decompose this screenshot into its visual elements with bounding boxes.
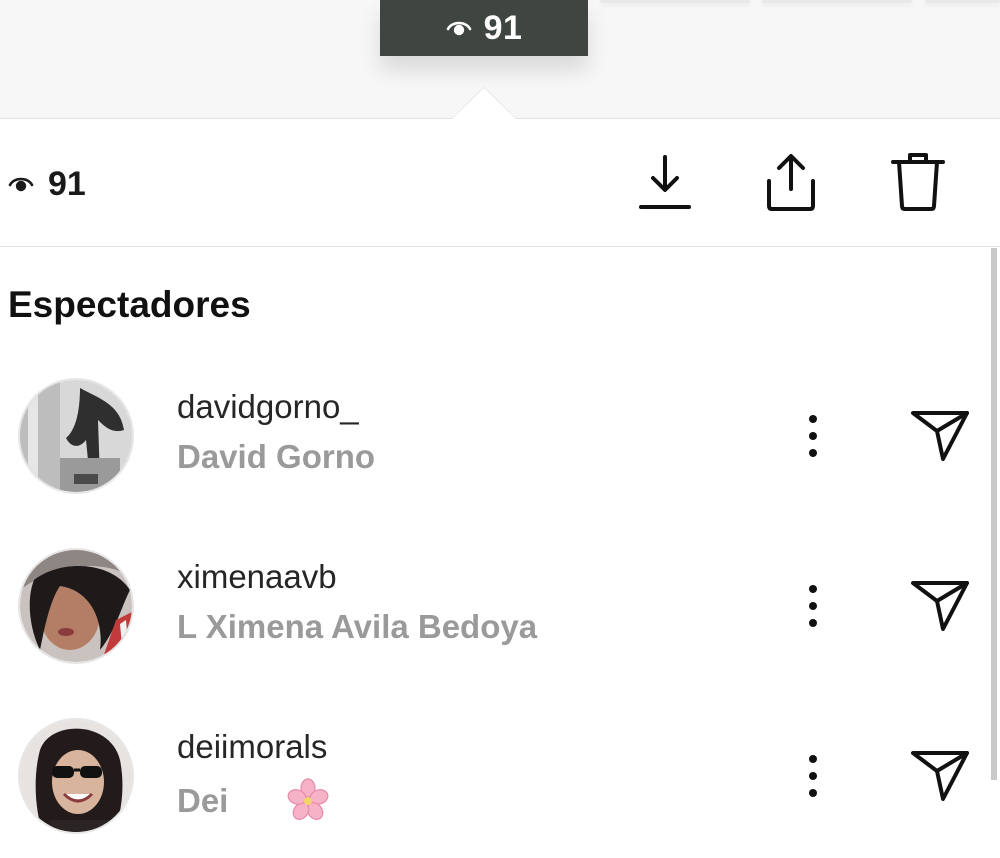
more-vertical-icon: [809, 585, 817, 627]
viewer-full-name: Dei: [177, 778, 330, 822]
delete-button[interactable]: [883, 147, 953, 217]
send-message-button[interactable]: [905, 740, 975, 810]
eye-icon: [8, 177, 34, 192]
flower-emoji: [276, 778, 329, 820]
viewer-full-name: David Gorno: [177, 438, 375, 476]
more-options-button[interactable]: [793, 578, 833, 634]
trash-icon: [891, 153, 945, 211]
section-title: Espectadores: [8, 284, 251, 325]
send-message-button[interactable]: [905, 400, 975, 470]
views-count: 91: [48, 164, 86, 203]
viewer-full-name-text: Dei: [177, 782, 229, 819]
more-options-button[interactable]: [793, 408, 833, 464]
viewer-full-name-text: L Ximena Avila Bedoya: [177, 608, 538, 645]
story-thumbnail[interactable]: [600, 0, 750, 3]
send-icon: [911, 411, 969, 461]
viewer-row[interactable]: ximenaavb L Ximena Avila Bedoya: [0, 548, 990, 678]
story-thumbnail[interactable]: [925, 0, 1000, 3]
viewer-username[interactable]: davidgorno_: [177, 388, 359, 426]
avatar[interactable]: [18, 548, 134, 664]
share-button[interactable]: [756, 147, 826, 217]
pointer-arrow: [452, 88, 516, 119]
viewer-row[interactable]: davidgorno_ David Gorno: [0, 378, 990, 508]
more-options-button[interactable]: [793, 748, 833, 804]
viewer-full-name-text: David Gorno: [177, 438, 376, 475]
share-icon: [767, 154, 815, 211]
story-thumbnails: [600, 0, 1000, 6]
eye-icon: [446, 21, 471, 36]
scrollbar[interactable]: [991, 248, 997, 780]
download-button[interactable]: [630, 147, 700, 217]
viewer-full-name: L Ximena Avila Bedoya: [177, 608, 537, 646]
viewer-row[interactable]: deiimorals Dei: [0, 718, 990, 848]
views-summary: 91: [8, 159, 86, 209]
send-message-button[interactable]: [905, 570, 975, 640]
avatar[interactable]: [18, 378, 134, 494]
download-icon: [639, 155, 691, 209]
viewer-username[interactable]: deiimorals: [177, 728, 327, 766]
send-icon: [911, 751, 969, 801]
story-view-count-pill[interactable]: 91: [380, 0, 588, 56]
avatar[interactable]: [18, 718, 134, 834]
viewer-username[interactable]: ximenaavb: [177, 558, 337, 596]
story-thumbnail[interactable]: [762, 0, 912, 3]
send-icon: [911, 581, 969, 631]
more-vertical-icon: [809, 755, 817, 797]
story-action-bar: 91: [0, 119, 1000, 247]
more-vertical-icon: [809, 415, 817, 457]
cherry-blossom-icon: [287, 778, 328, 820]
story-view-count: 91: [483, 8, 523, 47]
